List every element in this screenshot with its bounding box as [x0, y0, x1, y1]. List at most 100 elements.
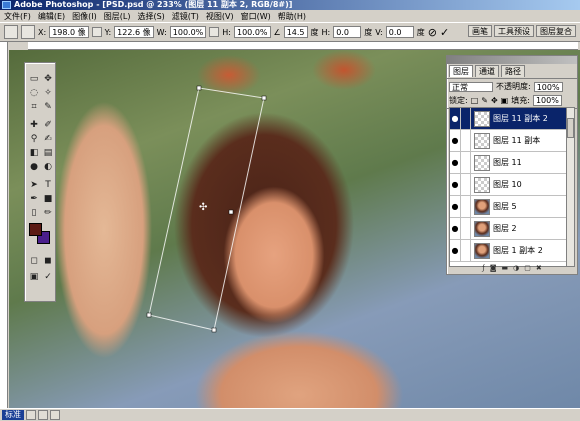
- restore-icon[interactable]: [26, 410, 36, 420]
- layers-palette: 图层 通道 路径 正常 不透明度: 100% 锁定: □ ✎ ✥ ▣ 填充: 1…: [446, 55, 578, 275]
- w-field[interactable]: 100.0%: [169, 26, 207, 38]
- magic-wand-icon[interactable]: ✧: [42, 87, 54, 99]
- tab-channels[interactable]: 通道: [475, 65, 499, 77]
- tab-paths[interactable]: 路径: [501, 65, 525, 77]
- opacity-label: 不透明度:: [496, 82, 531, 91]
- eye-icon[interactable]: ●: [450, 217, 461, 240]
- slice-tool-icon[interactable]: ✎: [42, 101, 54, 113]
- layer-row[interactable]: ● 图层 11: [450, 151, 566, 174]
- menu-image[interactable]: 图像(I): [72, 11, 97, 22]
- clone-stamp-icon[interactable]: ⚲: [28, 133, 40, 145]
- new-layer-icon[interactable]: ▢: [524, 264, 531, 272]
- gradient-tool-icon[interactable]: ▤: [42, 147, 54, 159]
- transform-tool-icon[interactable]: [4, 25, 18, 39]
- commit-transform-icon[interactable]: ✓: [440, 26, 449, 39]
- link-icon[interactable]: [461, 239, 471, 262]
- pen-tool-icon[interactable]: ✒: [28, 193, 40, 205]
- angle-field[interactable]: 14.5: [283, 26, 308, 38]
- dodge-tool-icon[interactable]: ◐: [42, 161, 54, 173]
- type-tool-icon[interactable]: T: [42, 179, 54, 191]
- lasso-tool-icon[interactable]: ◌: [28, 87, 40, 99]
- relative-position-icon[interactable]: [91, 27, 102, 37]
- layer-row[interactable]: ● 图层 11 副本: [450, 129, 566, 152]
- tab-brushes[interactable]: 画笔: [468, 25, 492, 37]
- opacity-field[interactable]: 100%: [533, 81, 563, 92]
- eye-icon[interactable]: ●: [450, 129, 461, 152]
- link-icon[interactable]: [461, 129, 471, 152]
- photoshop-icon: [2, 1, 11, 9]
- menu-view[interactable]: 视图(V): [206, 11, 234, 22]
- eye-icon[interactable]: ●: [450, 195, 461, 218]
- close-icon[interactable]: [50, 410, 60, 420]
- hskew-field[interactable]: 0.0: [333, 26, 362, 38]
- lock-paint-icon[interactable]: ✎: [481, 96, 488, 105]
- path-select-icon[interactable]: ➤: [28, 179, 40, 191]
- layers-palette-titlebar[interactable]: [447, 56, 577, 64]
- link-icon[interactable]: [461, 195, 471, 218]
- angle-unit: 度: [310, 27, 319, 37]
- lock-all-icon[interactable]: ▣: [501, 96, 509, 105]
- quick-mask-icon[interactable]: ◻: [28, 255, 40, 267]
- crop-tool-icon[interactable]: ⌗: [28, 101, 40, 113]
- menu-filter[interactable]: 滤镜(T): [172, 11, 199, 22]
- h-field[interactable]: 100.0%: [234, 26, 271, 38]
- menu-layer[interactable]: 图层(L): [104, 11, 131, 22]
- menu-select[interactable]: 选择(S): [137, 11, 164, 22]
- move-tool-icon[interactable]: ✥: [42, 73, 54, 85]
- jump-to-imageready-icon[interactable]: ✓: [42, 271, 54, 283]
- adjustment-layer-icon[interactable]: ◑: [513, 264, 519, 272]
- layer-row[interactable]: ● 图层 10: [450, 173, 566, 196]
- eraser-tool-icon[interactable]: ◧: [28, 147, 40, 159]
- notes-tool-icon[interactable]: ▯: [28, 207, 40, 219]
- ruler-horizontal: [28, 42, 578, 50]
- lock-position-icon[interactable]: ✥: [491, 96, 498, 105]
- y-field[interactable]: 122.6 像: [114, 26, 154, 38]
- lock-transparency-icon[interactable]: □: [471, 96, 479, 105]
- eye-icon[interactable]: ●: [450, 107, 461, 130]
- link-icon[interactable]: [461, 151, 471, 174]
- eye-icon[interactable]: ●: [450, 151, 461, 174]
- brush-icon[interactable]: [461, 107, 471, 130]
- layers-scrollbar[interactable]: [566, 107, 575, 267]
- task-button[interactable]: 标准: [2, 410, 24, 420]
- marquee-tool-icon[interactable]: ▭: [28, 73, 40, 85]
- shape-tool-icon[interactable]: ■: [42, 193, 54, 205]
- menu-file[interactable]: 文件(F): [4, 11, 31, 22]
- layer-row[interactable]: ● 图层 1 副本 2: [450, 239, 566, 262]
- link-icon[interactable]: [209, 27, 220, 37]
- tab-layer-comps[interactable]: 图层复合: [536, 25, 576, 37]
- new-set-icon[interactable]: ▬: [502, 264, 509, 272]
- eye-icon[interactable]: ●: [450, 173, 461, 196]
- brush-tool-icon[interactable]: ✐: [42, 119, 54, 131]
- minimize-icon[interactable]: [38, 410, 48, 420]
- reference-point-icon[interactable]: [21, 25, 35, 39]
- healing-brush-icon[interactable]: ✚: [28, 119, 40, 131]
- cancel-transform-icon[interactable]: ⊘: [428, 26, 437, 39]
- foreground-color-swatch[interactable]: [29, 223, 42, 236]
- eye-icon[interactable]: ●: [450, 239, 461, 262]
- link-icon[interactable]: [461, 173, 471, 196]
- x-field[interactable]: 198.0 像: [49, 26, 89, 38]
- blend-mode-select[interactable]: 正常: [449, 81, 493, 92]
- blur-tool-icon[interactable]: ●: [28, 161, 40, 173]
- layer-row[interactable]: ● 图层 11 副本 2: [450, 107, 566, 130]
- history-brush-icon[interactable]: ✍: [42, 133, 54, 145]
- menu-window[interactable]: 窗口(W): [241, 11, 271, 22]
- scrollbar-thumb[interactable]: [567, 118, 574, 138]
- eyedropper-icon[interactable]: ✏: [42, 207, 54, 219]
- add-mask-icon[interactable]: ◙: [490, 264, 497, 272]
- tab-layers[interactable]: 图层: [449, 65, 473, 77]
- w-label: W:: [156, 27, 167, 37]
- standard-mode-icon[interactable]: ◼: [42, 255, 54, 267]
- layer-row[interactable]: ● 图层 5: [450, 195, 566, 218]
- link-icon[interactable]: [461, 217, 471, 240]
- menu-edit[interactable]: 编辑(E): [38, 11, 65, 22]
- tab-tool-presets[interactable]: 工具预设: [494, 25, 534, 37]
- vskew-field[interactable]: 0.0: [385, 26, 414, 38]
- layer-row[interactable]: ● 图层 2: [450, 217, 566, 240]
- delete-layer-icon[interactable]: ✖: [536, 264, 542, 272]
- menu-help[interactable]: 帮助(H): [278, 11, 306, 22]
- layer-style-icon[interactable]: ƒ: [482, 264, 484, 272]
- screen-mode-icon[interactable]: ▣: [28, 271, 40, 283]
- fill-field[interactable]: 100%: [532, 95, 562, 106]
